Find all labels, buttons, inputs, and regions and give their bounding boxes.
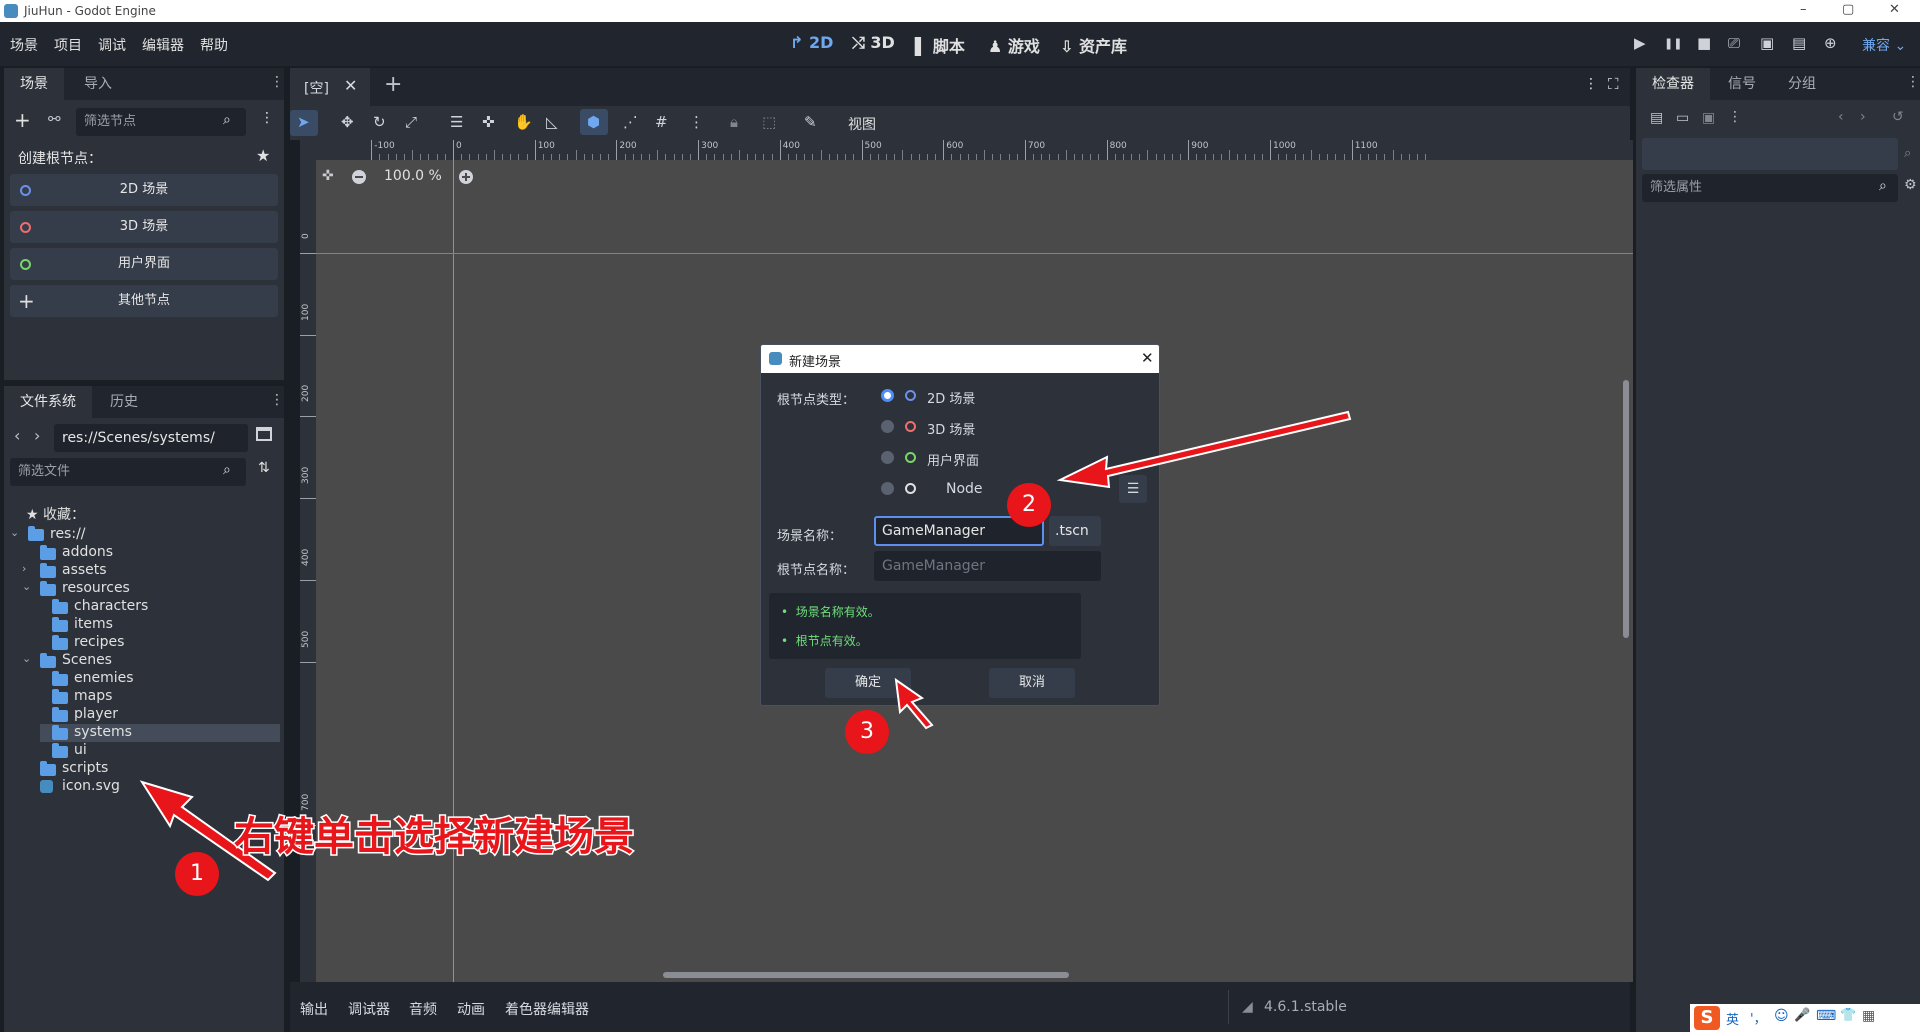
annotation-caption: 右键单击选择新建场景 — [233, 813, 636, 862]
arrow-2-icon — [1056, 410, 1352, 489]
step-2-marker: 2 — [1007, 483, 1051, 527]
step-3-marker: 3 — [845, 710, 889, 754]
arrow-3-icon — [894, 677, 934, 730]
annotation-arrows — [139, 410, 1352, 882]
step-1-marker: 1 — [175, 852, 219, 896]
